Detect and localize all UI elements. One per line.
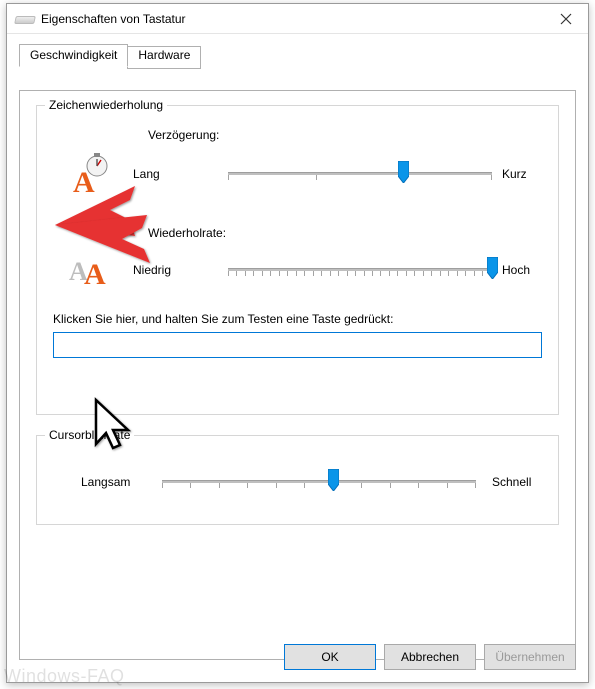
dialog-button-row: OK Abbrechen Übernehmen <box>284 644 576 670</box>
delay-slider-thumb[interactable] <box>398 161 409 183</box>
rate-slider-thumb[interactable] <box>487 257 498 279</box>
delay-min-label: Lang <box>133 167 228 181</box>
tab-strip: Geschwindigkeit Hardware <box>19 44 200 67</box>
dialog-window: Eigenschaften von Tastatur Geschwindigke… <box>6 3 589 683</box>
group-character-repeat: Zeichenwiederholung Verzögerung: A Lang <box>36 105 559 415</box>
stopwatch-a-icon: A <box>67 152 119 196</box>
double-a-icon: A A <box>67 250 119 290</box>
rate-min-label: Niedrig <box>133 263 228 277</box>
window-title: Eigenschaften von Tastatur <box>41 12 543 26</box>
group-title-blink: Cursorblinkrate <box>45 428 134 442</box>
blink-slider[interactable] <box>162 470 476 494</box>
cancel-button[interactable]: Abbrechen <box>384 644 476 670</box>
delay-label: Verzögerung: <box>148 128 542 142</box>
blink-min-label: Langsam <box>81 475 156 489</box>
tab-hardware[interactable]: Hardware <box>127 46 201 69</box>
tab-page-speed: Zeichenwiederholung Verzögerung: A Lang <box>19 90 576 660</box>
svg-text:A: A <box>73 166 95 196</box>
tab-speed[interactable]: Geschwindigkeit <box>19 44 128 67</box>
rate-slider[interactable] <box>228 258 492 282</box>
apply-button: Übernehmen <box>484 644 576 670</box>
rate-label: Wiederholrate: <box>148 226 542 240</box>
delay-max-label: Kurz <box>492 167 542 181</box>
blink-slider-thumb[interactable] <box>328 469 339 491</box>
group-title-repeat: Zeichenwiederholung <box>45 98 167 112</box>
titlebar: Eigenschaften von Tastatur <box>7 4 588 34</box>
test-label: Klicken Sie hier, und halten Sie zum Tes… <box>53 312 542 326</box>
group-cursor-blink: Cursorblinkrate Langsam Schnell <box>36 435 559 525</box>
blink-max-label: Schnell <box>482 475 542 489</box>
svg-text:A: A <box>84 258 106 290</box>
keyboard-icon <box>15 13 33 25</box>
close-button[interactable] <box>543 4 588 33</box>
watermark-text: Windows-FAQ <box>4 666 125 687</box>
ok-button[interactable]: OK <box>284 644 376 670</box>
delay-slider[interactable] <box>228 162 492 186</box>
close-icon <box>560 13 572 25</box>
repeat-test-input[interactable] <box>53 332 542 358</box>
rate-max-label: Hoch <box>492 263 542 277</box>
